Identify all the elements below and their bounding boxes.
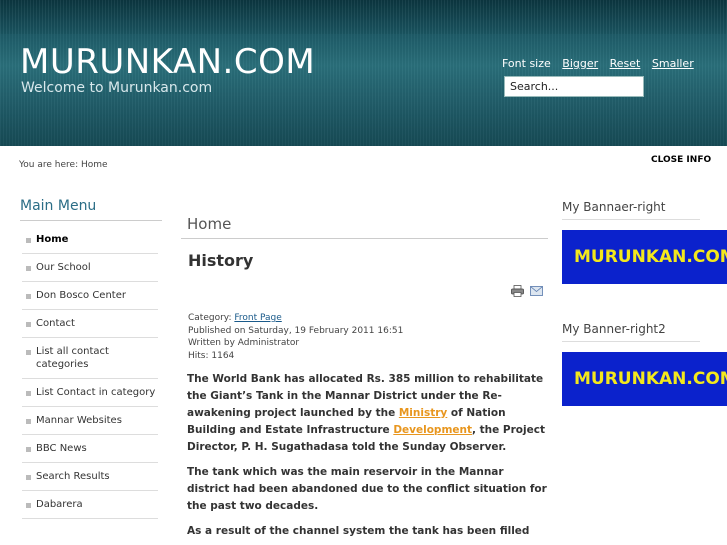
article-category: Category: Front Page bbox=[188, 312, 403, 325]
menu-item-contact[interactable]: Contact bbox=[22, 310, 158, 338]
close-info-link[interactable]: CLOSE INFO bbox=[651, 155, 711, 165]
menu-item-mannar-websites[interactable]: Mannar Websites bbox=[22, 407, 158, 435]
header-top-band bbox=[0, 0, 727, 34]
right-module-title-1: My Bannaer-right bbox=[562, 200, 666, 214]
right-module-divider-1 bbox=[562, 219, 700, 220]
article-title[interactable]: History bbox=[188, 251, 253, 270]
main-menu-divider bbox=[20, 220, 162, 221]
article-published: Published on Saturday, 19 February 2011 … bbox=[188, 325, 404, 336]
article-paragraph: As a result of the channel system the ta… bbox=[187, 525, 530, 537]
font-reset-link[interactable]: Reset bbox=[610, 57, 641, 70]
banner-ad-1[interactable]: MURUNKAN.COM bbox=[562, 230, 727, 284]
font-bigger-link[interactable]: Bigger bbox=[562, 57, 598, 70]
category-label: Category: bbox=[188, 313, 235, 323]
site-tagline: Welcome to Murunkan.com bbox=[21, 80, 213, 96]
menu-item-list-all-contact-categories[interactable]: List all contact categories bbox=[22, 338, 158, 379]
article-author: Written by Administrator bbox=[188, 338, 300, 348]
font-size-controls: Font size Bigger Reset Smaller bbox=[502, 57, 694, 70]
article-hits: Hits: 1164 bbox=[188, 350, 235, 361]
category-link[interactable]: Front Page bbox=[234, 313, 281, 323]
article-meta: Category: Front Page Published on Saturd… bbox=[188, 312, 403, 362]
menu-item-bbc-news[interactable]: BBC News bbox=[22, 435, 158, 463]
menu-item-home[interactable]: Home bbox=[22, 226, 158, 254]
article-paragraph: The World Bank has allocated Rs. 385 mil… bbox=[187, 371, 547, 456]
menu-item-dabarera[interactable]: Dabarera bbox=[22, 491, 158, 519]
menu-item-list-contact-in-category[interactable]: List Contact in category bbox=[22, 379, 158, 407]
main-menu: Home Our School Don Bosco Center Contact… bbox=[22, 226, 158, 519]
page-heading: Home bbox=[187, 215, 232, 233]
page-heading-divider bbox=[181, 238, 548, 239]
email-icon[interactable] bbox=[530, 286, 543, 296]
main-menu-title: Main Menu bbox=[20, 198, 97, 214]
print-icon[interactable] bbox=[511, 285, 524, 297]
menu-item-search-results[interactable]: Search Results bbox=[22, 463, 158, 491]
menu-item-our-school[interactable]: Our School bbox=[22, 254, 158, 282]
article-paragraph: The tank which was the main reservoir in… bbox=[187, 466, 547, 512]
search-input[interactable] bbox=[504, 76, 644, 97]
right-module-divider-2 bbox=[562, 341, 700, 342]
article-body: The World Bank has allocated Rs. 385 mil… bbox=[187, 371, 547, 545]
font-smaller-link[interactable]: Smaller bbox=[652, 57, 694, 70]
banner-2-text: MURUNKAN.COM bbox=[574, 369, 727, 389]
development-link[interactable]: Development bbox=[393, 424, 472, 436]
breadcrumb: You are here: Home bbox=[19, 160, 108, 170]
banner-1-text: MURUNKAN.COM bbox=[574, 247, 727, 267]
banner-ad-2[interactable]: MURUNKAN.COM bbox=[562, 352, 727, 406]
site-title[interactable]: MURUNKAN.COM bbox=[20, 42, 315, 82]
menu-item-don-bosco-center[interactable]: Don Bosco Center bbox=[22, 282, 158, 310]
right-module-title-2: My Banner-right2 bbox=[562, 322, 666, 336]
site-header: MURUNKAN.COM Welcome to Murunkan.com Fon… bbox=[0, 0, 727, 146]
ministry-link[interactable]: Ministry bbox=[399, 407, 447, 419]
font-size-label: Font size bbox=[502, 57, 551, 70]
